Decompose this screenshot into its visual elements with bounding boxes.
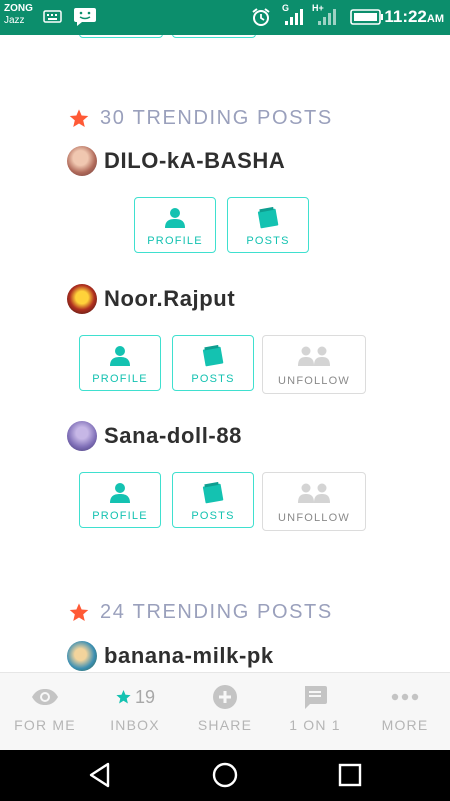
profile-button[interactable]: PROFILE (79, 335, 161, 391)
username[interactable]: DILO-kA-BASHA (104, 148, 285, 174)
star-icon (69, 108, 89, 127)
back-icon[interactable] (86, 761, 114, 789)
signal-1-icon (285, 9, 303, 25)
feed[interactable]: 30 TRENDING POSTS DILO-kA-BASHA PROFILE … (0, 35, 450, 672)
star-icon (116, 690, 131, 704)
section-header-trending: 30 TRENDING POSTS (68, 106, 333, 130)
trending-count: 24 (100, 600, 126, 623)
profile-button[interactable]: PROFILE (79, 472, 161, 528)
more-dots-icon (391, 693, 419, 701)
user-row[interactable]: Noor.Rajput (67, 283, 235, 315)
signal-2-icon (318, 9, 336, 25)
username[interactable]: Sana-doll-88 (104, 423, 242, 449)
people-icon (298, 346, 330, 366)
person-icon (110, 346, 130, 366)
avatar[interactable] (67, 641, 97, 671)
person-icon (110, 483, 130, 503)
username[interactable]: banana-milk-pk (104, 643, 274, 669)
posts-button[interactable]: POSTS (227, 197, 309, 253)
inbox-count-badge: 19 (134, 686, 156, 707)
app-notification-icon (74, 8, 96, 26)
star-icon (69, 602, 89, 621)
eye-icon (32, 689, 58, 705)
alarm-icon (252, 8, 270, 26)
user-row[interactable]: Sana-doll-88 (67, 420, 242, 452)
profile-button-partial[interactable] (79, 35, 163, 38)
people-icon (298, 483, 330, 503)
unfollow-button[interactable]: UNFOLLOW (262, 335, 366, 394)
carrier-name: ZONG Jazz (4, 3, 33, 26)
user-row[interactable]: banana-milk-pk (67, 640, 274, 672)
posts-button[interactable]: POSTS (172, 472, 254, 528)
recents-icon[interactable] (337, 761, 363, 789)
nav-for-me[interactable]: FOR ME (0, 673, 90, 751)
person-icon (165, 208, 185, 228)
plus-circle-icon (213, 685, 237, 709)
nav-1-on-1[interactable]: 1 ON 1 (270, 673, 360, 751)
clock: 11:22AM (384, 7, 444, 26)
note-icon (202, 482, 224, 504)
trending-label: TRENDING POSTS (132, 106, 333, 129)
avatar[interactable] (67, 146, 97, 176)
nav-inbox[interactable]: 19 INBOX (90, 673, 180, 751)
trending-count: 30 (100, 106, 126, 129)
posts-button[interactable]: POSTS (172, 335, 254, 391)
profile-button[interactable]: PROFILE (134, 197, 216, 253)
username[interactable]: Noor.Rajput (104, 286, 235, 312)
system-nav-bar (0, 750, 450, 801)
user-row[interactable]: DILO-kA-BASHA (67, 145, 285, 177)
note-icon (202, 345, 224, 367)
unfollow-button[interactable]: UNFOLLOW (262, 472, 366, 531)
home-icon[interactable] (211, 761, 239, 789)
section-header-trending: 24 TRENDING POSTS (68, 600, 333, 624)
nav-more[interactable]: MORE (360, 673, 450, 751)
bottom-nav: FOR ME 19 INBOX SHARE 1 ON 1 MORE (0, 672, 450, 751)
battery-icon (350, 9, 383, 25)
nav-share[interactable]: SHARE (180, 673, 270, 751)
avatar[interactable] (67, 421, 97, 451)
avatar[interactable] (67, 284, 97, 314)
status-bar: ZONG Jazz G H+ 11:22AM (0, 0, 450, 35)
keyboard-icon (43, 10, 62, 23)
note-icon (257, 207, 279, 229)
posts-button-partial[interactable] (172, 35, 256, 38)
trending-label: TRENDING POSTS (132, 600, 333, 623)
chat-icon (305, 686, 327, 709)
